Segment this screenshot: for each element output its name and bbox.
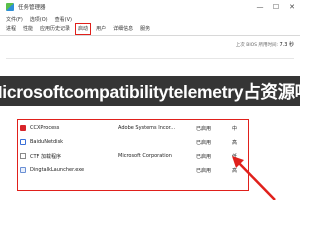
tab-startup[interactable]: 启动 [75, 23, 92, 35]
tab-users[interactable]: 用户 [94, 24, 108, 35]
highlight-box [17, 119, 249, 191]
bios-time-value: 7.3 秒 [279, 42, 294, 48]
minimize-button[interactable]: — [252, 0, 268, 14]
menu-bar: 文件(F) 选项(O) 查看(V) [0, 14, 300, 24]
table-header-area [6, 58, 294, 74]
bios-time-label: 上次 BIOS 所用时间: [235, 43, 278, 48]
task-manager-icon [6, 3, 14, 11]
close-button[interactable]: ✕ [284, 0, 300, 14]
tab-performance[interactable]: 性能 [21, 24, 35, 35]
title-bar: 任务管理器 — ☐ ✕ [0, 0, 300, 14]
tab-services[interactable]: 服务 [138, 24, 152, 35]
tab-app-history[interactable]: 应用历史记录 [38, 24, 72, 35]
window-controls: — ☐ ✕ [252, 0, 300, 14]
menu-options[interactable]: 选项(O) [30, 16, 48, 23]
window-title: 任务管理器 [18, 5, 46, 11]
tab-details[interactable]: 详细信息 [111, 24, 135, 35]
tab-bar: 进程 性能 应用历史记录 启动 用户 详细信息 服务 [0, 23, 300, 36]
menu-file[interactable]: 文件(F) [6, 16, 23, 23]
bios-time-row: 上次 BIOS 所用时间: 7.3 秒 [0, 37, 300, 48]
tab-processes[interactable]: 进程 [4, 24, 18, 35]
banner-title: Microsoftcompatibilitytelemetry占资源吗 [0, 81, 300, 102]
title-banner: Microsoftcompatibilitytelemetry占资源吗 [0, 76, 300, 106]
menu-view[interactable]: 查看(V) [55, 16, 72, 23]
maximize-button[interactable]: ☐ [268, 0, 284, 14]
